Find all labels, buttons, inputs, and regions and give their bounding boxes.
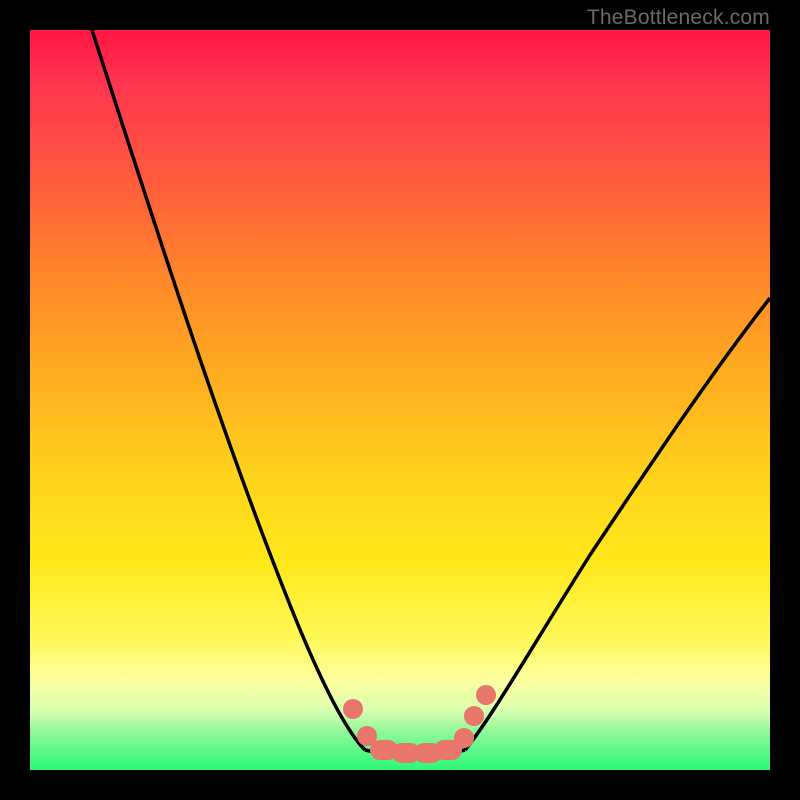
chart-curve (30, 30, 770, 770)
curve-right-branch (465, 298, 770, 750)
chart-marker (343, 699, 363, 719)
chart-marker (454, 728, 474, 748)
curve-left-branch (92, 30, 365, 750)
chart-marker (476, 685, 496, 705)
chart-gradient-area (30, 30, 770, 770)
watermark-label: TheBottleneck.com (587, 6, 770, 30)
chart-marker (464, 706, 484, 726)
